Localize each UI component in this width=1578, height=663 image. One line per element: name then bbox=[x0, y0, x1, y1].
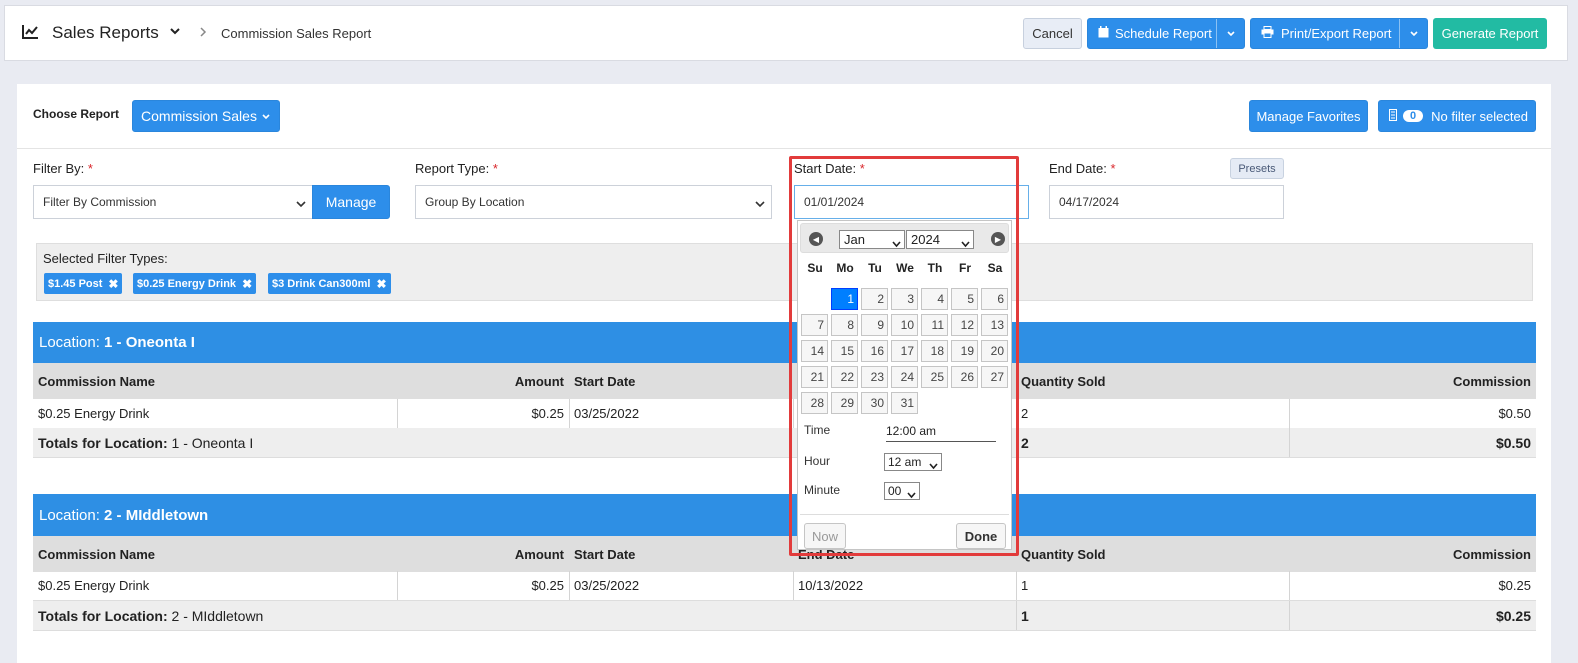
page-title[interactable]: Sales Reports bbox=[52, 23, 159, 43]
chart-icon bbox=[21, 24, 39, 43]
chevron-down-icon[interactable] bbox=[169, 24, 181, 41]
column-header-amount[interactable]: Amount bbox=[397, 363, 569, 399]
totals-label: Totals for Location: 2 - MIddletown bbox=[38, 607, 264, 624]
generate-label: Generate Report bbox=[1441, 26, 1539, 41]
filter-icon bbox=[1389, 108, 1397, 124]
totals-qty: 2 bbox=[1021, 434, 1029, 451]
selected-filters-label: Selected Filter Types: bbox=[43, 251, 168, 266]
manage-label: Manage bbox=[325, 194, 377, 210]
presets-label: Presets bbox=[1238, 162, 1276, 175]
schedule-label: Schedule Report bbox=[1115, 26, 1212, 41]
generate-report-button[interactable]: Generate Report bbox=[1433, 18, 1547, 49]
totals-row: Totals for Location: 2 - MIddletown 1 $0… bbox=[33, 601, 1536, 631]
row-start: 03/25/2022 bbox=[574, 406, 640, 421]
column-header-commission[interactable]: Commission bbox=[1289, 363, 1536, 399]
print-icon bbox=[1261, 26, 1274, 41]
location-header: Location: 2 - MIddletown bbox=[33, 494, 1536, 536]
report-select-button[interactable]: Commission Sales bbox=[132, 100, 280, 132]
table-header: Commission Name Amount Start Date End Da… bbox=[33, 536, 1536, 572]
chevron-down-icon bbox=[261, 108, 271, 124]
totals-qty: 1 bbox=[1021, 607, 1029, 624]
close-icon[interactable]: ✖ bbox=[108, 277, 118, 291]
breadcrumb: Commission Sales Report bbox=[221, 26, 372, 41]
manage-favorites-label: Manage Favorites bbox=[1256, 108, 1361, 124]
row-commission: $0.25 bbox=[1498, 578, 1531, 593]
selected-filters-box bbox=[36, 243, 1533, 301]
chevron-right-icon bbox=[198, 26, 208, 41]
filter-status-text: No filter selected bbox=[1431, 108, 1528, 124]
row-amount: $0.25 bbox=[531, 578, 564, 593]
print-export-button[interactable]: Print/Export Report bbox=[1250, 18, 1428, 49]
chevron-down-icon bbox=[296, 197, 306, 211]
close-icon[interactable]: ✖ bbox=[242, 277, 252, 291]
filter-by-label: Filter By: * bbox=[33, 161, 93, 176]
column-header-start[interactable]: Start Date bbox=[569, 363, 793, 399]
print-label: Print/Export Report bbox=[1281, 26, 1392, 41]
filter-status-button[interactable]: 0 No filter selected bbox=[1378, 100, 1536, 132]
report-type-value: Group By Location bbox=[425, 195, 525, 209]
filter-by-select[interactable]: Filter By Commission bbox=[33, 185, 313, 219]
row-amount: $0.25 bbox=[531, 406, 564, 421]
chevron-down-icon bbox=[755, 197, 765, 211]
report-select-label: Commission Sales bbox=[141, 108, 257, 124]
totals-commission: $0.50 bbox=[1495, 434, 1531, 451]
calendar-icon bbox=[1098, 26, 1109, 41]
filter-chip[interactable]: $1.45 Post ✖ bbox=[44, 273, 123, 294]
table-row: $0.25 Energy Drink $0.25 03/25/2022 10/1… bbox=[33, 571, 1536, 601]
chevron-down-icon[interactable] bbox=[1399, 19, 1427, 48]
manage-button[interactable]: Manage bbox=[312, 185, 390, 219]
row-qty: 1 bbox=[1021, 578, 1029, 593]
end-date-input[interactable]: 04/17/2024 bbox=[1049, 185, 1284, 219]
row-qty: 2 bbox=[1021, 406, 1029, 421]
row-name: $0.25 Energy Drink bbox=[38, 406, 150, 421]
column-header-amount[interactable]: Amount bbox=[397, 536, 569, 572]
column-header-name[interactable]: Commission Name bbox=[33, 363, 397, 399]
totals-row: Totals for Location: 1 - Oneonta I 2 $0.… bbox=[33, 428, 1536, 458]
end-date-label: End Date: * bbox=[1049, 161, 1116, 176]
presets-button[interactable]: Presets bbox=[1230, 158, 1284, 179]
divider bbox=[17, 148, 1551, 149]
chevron-down-icon[interactable] bbox=[1216, 19, 1244, 48]
filter-chip[interactable]: $0.25 Energy Drink ✖ bbox=[133, 273, 257, 294]
row-name: $0.25 Energy Drink bbox=[38, 578, 150, 593]
column-header-qty[interactable]: Quantity Sold bbox=[1016, 536, 1289, 572]
row-commission: $0.50 bbox=[1498, 406, 1531, 421]
table-row: $0.25 Energy Drink $0.25 03/25/2022 2 $0… bbox=[33, 399, 1536, 429]
report-type-label: Report Type: * bbox=[415, 161, 498, 176]
report-type-select[interactable]: Group By Location bbox=[415, 185, 772, 219]
row-end: 10/13/2022 bbox=[798, 578, 864, 593]
schedule-report-button[interactable]: Schedule Report bbox=[1087, 18, 1245, 49]
choose-report-label: Choose Report bbox=[33, 107, 120, 121]
close-icon[interactable]: ✖ bbox=[376, 277, 386, 291]
column-header-qty[interactable]: Quantity Sold bbox=[1016, 363, 1289, 399]
row-start: 03/25/2022 bbox=[574, 578, 640, 593]
totals-commission: $0.25 bbox=[1495, 607, 1531, 624]
location-header: Location: 1 - Oneonta I bbox=[33, 322, 1536, 363]
cancel-button[interactable]: Cancel bbox=[1023, 18, 1082, 49]
cancel-label: Cancel bbox=[1032, 26, 1073, 41]
manage-favorites-button[interactable]: Manage Favorites bbox=[1249, 100, 1368, 132]
top-bar: Sales Reports Commission Sales Report Ca… bbox=[4, 5, 1568, 61]
column-header-start[interactable]: Start Date bbox=[569, 536, 793, 572]
filter-by-value: Filter By Commission bbox=[43, 195, 157, 209]
table-header: Commission Name Amount Start Date End Da… bbox=[33, 363, 1536, 399]
column-header-commission[interactable]: Commission bbox=[1289, 536, 1536, 572]
filter-count-badge: 0 bbox=[1403, 110, 1424, 122]
column-header-name[interactable]: Commission Name bbox=[33, 536, 397, 572]
highlight-box bbox=[789, 156, 1019, 556]
filter-chip[interactable]: $3 Drink Can300ml ✖ bbox=[268, 273, 391, 294]
